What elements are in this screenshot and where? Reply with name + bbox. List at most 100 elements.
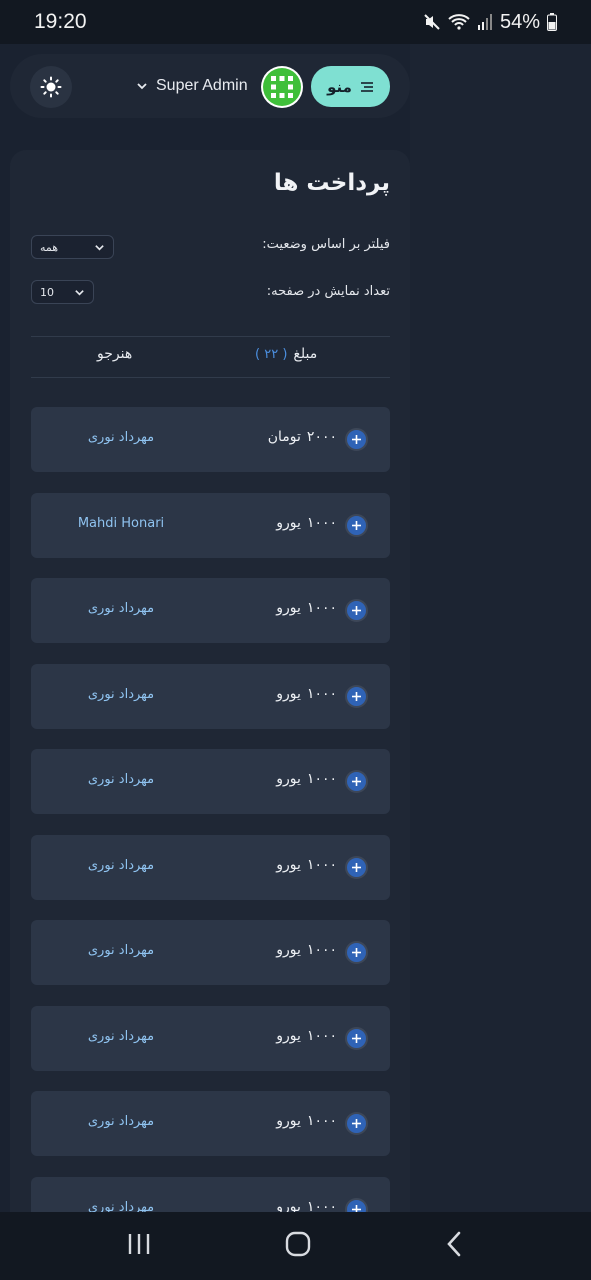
table-row[interactable]: ۱۰۰۰ یورو مهرداد نوری xyxy=(31,834,390,900)
table-row[interactable]: ۱۰۰۰ یورو مهرداد نوری xyxy=(31,663,390,729)
table-row[interactable]: ۱۰۰۰ یورو Mahdi Honari xyxy=(31,492,390,558)
mute-icon xyxy=(423,13,441,31)
table-row[interactable]: ۱۰۰۰ یورو مهرداد نوری xyxy=(31,920,390,985)
expand-row-button[interactable] xyxy=(345,770,368,793)
amount-value: ۱۰۰۰ xyxy=(306,771,337,787)
chevron-down-icon xyxy=(75,289,84,296)
amount-value: ۱۰۰۰ xyxy=(306,685,337,702)
system-nav-bar xyxy=(0,1212,591,1280)
row-student: مهرداد نوری xyxy=(87,686,155,702)
amount-currency: یورو xyxy=(276,600,301,616)
amount-currency: تومان xyxy=(267,429,301,445)
amount-value: ۱۰۰۰ xyxy=(306,1027,337,1044)
row-amount: ۱۰۰۰ یورو xyxy=(276,686,337,702)
plus-icon xyxy=(352,691,361,701)
expand-row-button[interactable] xyxy=(345,941,368,964)
row-student: مهرداد نوری xyxy=(87,1114,155,1129)
amount-currency: یورو xyxy=(276,771,301,787)
filter-status-label: فیلتر بر اساس وضعیت: xyxy=(262,237,390,252)
status-bar: 19:20 54% xyxy=(0,0,591,44)
per-page-select[interactable]: 10 xyxy=(31,280,94,304)
amount-value: ۱۰۰۰ xyxy=(306,942,337,958)
expand-row-button[interactable] xyxy=(345,599,368,622)
row-student: مهرداد نوری xyxy=(87,772,155,787)
table-row[interactable]: ۱۰۰۰ یورو مهرداد نوری xyxy=(31,1091,390,1156)
table-row[interactable]: ۱۰۰۰ یورو مهرداد نوری xyxy=(31,578,390,643)
payments-list: ۲۰۰۰ تومان مهرداد نوری ۱۰۰۰ یورو Mahdi Honari… xyxy=(31,407,390,1262)
amount-value: ۱۰۰۰ xyxy=(306,600,337,616)
amount-currency: یورو xyxy=(276,685,301,702)
amount-currency: یورو xyxy=(276,942,301,958)
chevron-down-icon xyxy=(137,83,147,90)
amount-count-badge: ( ۲۲ ) xyxy=(255,346,288,362)
chevron-down-icon xyxy=(95,244,104,251)
row-student: مهرداد نوری xyxy=(87,601,155,616)
plus-icon xyxy=(352,435,361,444)
back-icon[interactable] xyxy=(445,1230,465,1262)
wifi-icon xyxy=(448,13,470,31)
avatar-icon xyxy=(263,68,301,106)
plus-icon xyxy=(352,520,361,530)
row-student: مهرداد نوری xyxy=(87,430,155,445)
amount-currency: یورو xyxy=(276,856,301,873)
per-page-label: تعداد نمایش در صفحه: xyxy=(266,284,390,299)
row-student: مهرداد نوری xyxy=(87,943,155,958)
amount-currency: یورو xyxy=(276,1113,301,1129)
plus-icon xyxy=(352,948,361,957)
expand-row-button[interactable] xyxy=(345,428,368,451)
expand-row-button[interactable] xyxy=(345,684,368,708)
row-amount: ۱۰۰۰ یورو xyxy=(276,1028,337,1044)
home-icon[interactable] xyxy=(284,1230,312,1262)
user-name: Super Admin xyxy=(156,77,248,94)
plus-icon xyxy=(352,777,361,786)
avatar[interactable] xyxy=(261,66,303,108)
hamburger-icon xyxy=(360,81,373,92)
column-header-student[interactable]: هنرجو xyxy=(97,346,132,362)
expand-row-button[interactable] xyxy=(345,1112,368,1135)
amount-value: ۱۰۰۰ xyxy=(306,514,337,531)
plus-icon xyxy=(352,606,361,615)
row-amount: ۱۰۰۰ یورو xyxy=(276,771,337,787)
plus-icon xyxy=(352,1033,361,1043)
menu-button[interactable]: منو xyxy=(311,66,390,107)
row-student: مهرداد نوری xyxy=(87,1028,155,1044)
sun-icon xyxy=(40,76,62,98)
status-icons: 54% xyxy=(423,11,557,34)
expand-row-button[interactable] xyxy=(345,513,368,537)
table-header-top-divider xyxy=(31,336,390,337)
amount-header-label: مبلغ xyxy=(293,346,318,362)
page-title: پرداخت ها xyxy=(273,170,390,196)
row-amount: ۲۰۰۰ تومان xyxy=(268,429,337,445)
row-student: مهرداد نوری xyxy=(87,857,155,873)
status-filter-value: همه xyxy=(40,240,59,254)
column-header-amount[interactable]: مبلغ ( ۲۲ ) xyxy=(255,346,317,362)
recent-apps-icon[interactable] xyxy=(126,1232,152,1260)
row-amount: ۱۰۰۰ یورو xyxy=(276,1113,337,1129)
status-filter-select[interactable]: همه xyxy=(31,235,114,259)
plus-icon xyxy=(352,1119,361,1128)
battery-percent: 54% xyxy=(499,10,540,33)
row-student: Mahdi Honari xyxy=(77,515,165,531)
user-dropdown[interactable]: Super Admin xyxy=(136,74,248,98)
amount-currency: یورو xyxy=(276,1027,301,1044)
plus-icon xyxy=(352,862,361,872)
table-row[interactable]: ۱۰۰۰ یورو مهرداد نوری xyxy=(31,1005,390,1071)
table-row[interactable]: ۱۰۰۰ یورو مهرداد نوری xyxy=(31,749,390,814)
amount-value: ۱۰۰۰ xyxy=(306,1113,337,1129)
status-time: 19:20 xyxy=(34,10,87,33)
table-row[interactable]: ۲۰۰۰ تومان مهرداد نوری xyxy=(31,407,390,472)
menu-label: منو xyxy=(327,77,352,96)
row-amount: ۱۰۰۰ یورو xyxy=(276,942,337,958)
battery-icon xyxy=(547,13,557,31)
expand-row-button[interactable] xyxy=(345,1026,368,1050)
signal-icon xyxy=(477,13,493,31)
row-amount: ۱۰۰۰ یورو xyxy=(276,857,337,873)
row-amount: ۱۰۰۰ یورو xyxy=(276,600,337,616)
amount-value: ۱۰۰۰ xyxy=(306,856,337,873)
row-amount: ۱۰۰۰ یورو xyxy=(276,515,337,531)
theme-toggle-button[interactable] xyxy=(30,66,72,108)
expand-row-button[interactable] xyxy=(345,855,368,879)
per-page-value: 10 xyxy=(40,285,54,299)
amount-value: ۲۰۰۰ xyxy=(306,429,337,445)
table-header-bottom-divider xyxy=(31,377,390,378)
